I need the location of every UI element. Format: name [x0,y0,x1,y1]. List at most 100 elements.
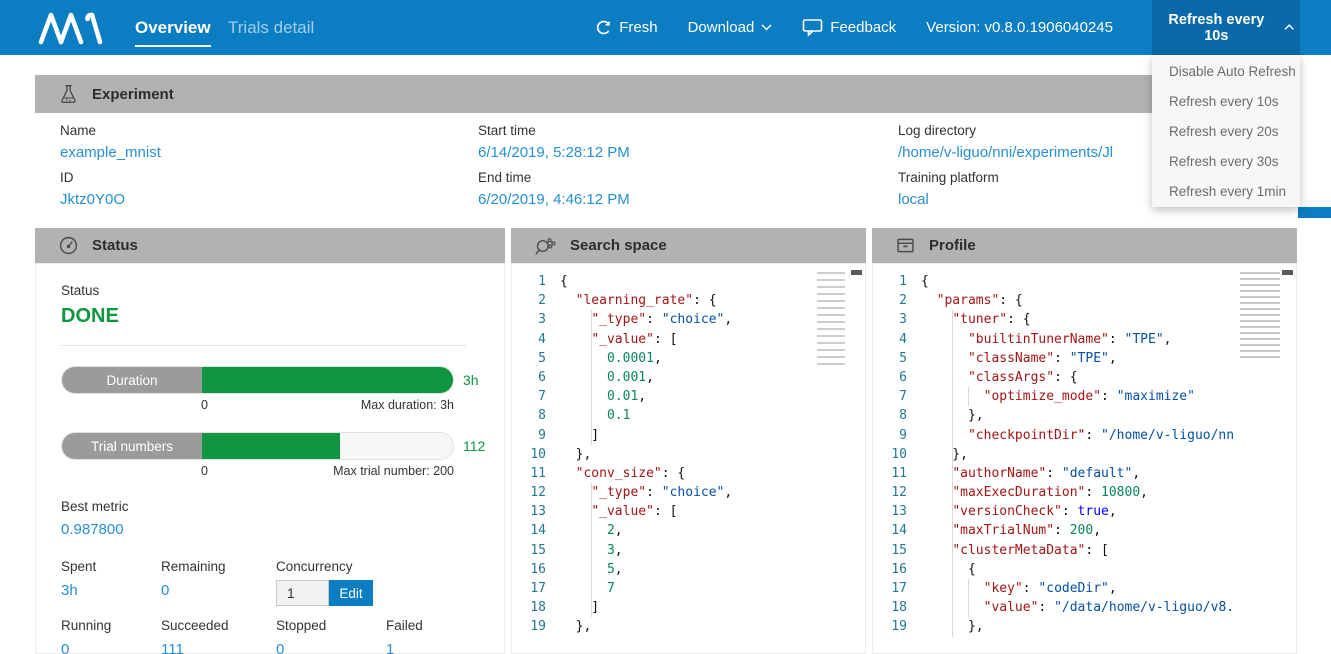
archive-box-icon [895,235,916,256]
search-space-panel: 1{2 "learning_rate": {3 "_type": "choice… [511,263,866,654]
code-line: 9 "checkpointDir": "/home/v-liguo/nn [873,426,1296,445]
line-number: 16 [512,560,560,579]
stats-row-1: Spent 3h Remaining 0 Concurrency 1 Edit [61,559,504,609]
code-line: 10 }, [512,445,865,464]
status-value: DONE [61,305,504,328]
code-text: }, [921,445,968,464]
stat-running: Running 0 [61,618,111,654]
progress-bar-fill [202,367,453,393]
feedback-icon [802,18,823,37]
field-name: Name example_mnist [60,123,161,161]
field-label: Start time [478,123,630,138]
refresh-interval-menu: Disable Auto RefreshRefresh every 10sRef… [1152,55,1300,207]
search-space-code-editor[interactable]: 1{2 "learning_rate": {3 "_type": "choice… [512,264,865,653]
field-label: ID [60,170,161,185]
code-line: 19 }, [512,617,865,636]
editor-scrollbar-thumb[interactable] [1282,270,1293,275]
progress-bar-scale: 0Max trial number: 200 [201,464,454,478]
code-text: 3, [560,541,623,560]
code-text: "maxExecDuration": 10800, [921,483,1148,502]
code-text: "learning_rate": { [560,291,717,310]
field-label: Log directory [898,123,1113,138]
code-text: "_type": "choice", [560,483,732,502]
tab-trials-detail[interactable]: Trials detail [228,0,314,55]
code-line: 11 "authorName": "default", [873,464,1296,483]
line-number: 7 [512,387,560,406]
progress-bar-label: Trial numbers [62,433,202,459]
profile-code-editor[interactable]: 1{2 "params": {3 "tuner": {4 "builtinTun… [873,264,1296,653]
field-value: Jktz0Y0O [60,191,161,208]
code-text: { [921,272,929,291]
code-text: 5, [560,560,623,579]
code-text: "versionCheck": true, [921,502,1117,521]
nni-logo [36,10,110,46]
line-number: 17 [512,579,560,598]
feedback-link[interactable]: Feedback [802,18,896,37]
refresh-menu-item[interactable]: Refresh every 10s [1152,86,1300,116]
code-text: "checkpointDir": "/home/v-liguo/nn [921,426,1234,445]
progress-bar: Duration3h [61,366,504,394]
line-number: 1 [512,272,560,291]
concurrency-input[interactable]: 1 [276,580,329,606]
line-number: 19 [873,617,921,636]
line-number: 11 [512,464,560,483]
code-line: 6 0.001, [512,368,865,387]
download-menu[interactable]: Download [688,19,773,36]
line-number: 19 [512,617,560,636]
code-line: 7 "optimize_mode": "maximize" [873,387,1296,406]
line-number: 2 [512,291,560,310]
stat-succeeded: Succeeded 111 [161,618,229,654]
code-line: 1{ [512,272,865,291]
code-line: 5 0.0001, [512,349,865,368]
refresh-menu-item[interactable]: Refresh every 30s [1152,146,1300,176]
code-text: }, [560,445,591,464]
line-number: 6 [512,368,560,387]
code-text: }, [560,617,591,636]
code-line: 3 "tuner": { [873,310,1296,329]
refresh-menu-item[interactable]: Refresh every 1min [1152,176,1300,206]
code-line: 6 "classArgs": { [873,368,1296,387]
code-text: 7 [560,579,615,598]
refresh-interval-button[interactable]: Refresh every 10s [1152,0,1300,55]
page-scrollbar-fragment [1298,207,1331,218]
editor-scrollbar-thumb[interactable] [851,270,862,275]
code-line: 18 "value": "/data/home/v-liguo/v8. [873,598,1296,617]
line-number: 13 [873,502,921,521]
stat-spent: Spent 3h [61,559,96,599]
code-text: "_type": "choice", [560,310,732,329]
refresh-menu-item[interactable]: Refresh every 20s [1152,116,1300,146]
line-number: 14 [512,521,560,540]
code-text: "classArgs": { [921,368,1078,387]
code-text: 0.001, [560,368,654,387]
fresh-label: Fresh [619,19,657,36]
top-nav: Overview Trials detail Fresh Download [0,0,1331,55]
stat-failed: Failed 1 [386,618,423,654]
profile-panel-title: Profile [929,237,976,254]
editor-minimap [817,272,845,367]
code-line: 14 "maxTrialNum": 200, [873,521,1296,540]
profile-panel: 1{2 "params": {3 "tuner": {4 "builtinTun… [872,263,1297,654]
line-number: 18 [512,598,560,617]
tab-overview[interactable]: Overview [135,0,211,55]
experiment-col-3: Log directory /home/v-liguo/nni/experime… [898,123,1113,217]
edit-button[interactable]: Edit [329,580,373,606]
line-number: 10 [512,445,560,464]
code-text: "value": "/data/home/v-liguo/v8. [921,598,1234,617]
stat-value: 1 [386,641,423,654]
fresh-button[interactable]: Fresh [595,19,657,36]
profile-panel-header: Profile [872,228,1297,263]
progress-bar-min: 0 [201,398,208,412]
feedback-label: Feedback [830,19,896,36]
code-text: 0.0001, [560,349,662,368]
stat-concurrency: Concurrency 1 Edit [276,559,373,606]
stat-value: 3h [61,582,96,599]
nav-actions: Fresh Download Feedback Version: v0.8.0.… [595,0,1113,55]
line-number: 4 [512,330,560,349]
divider [61,345,466,346]
code-line: 5 "className": "TPE", [873,349,1296,368]
code-text: { [560,272,568,291]
code-line: 4 "_value": [ [512,330,865,349]
refresh-menu-item[interactable]: Disable Auto Refresh [1152,56,1300,86]
code-line: 16 5, [512,560,865,579]
code-text: }, [921,406,984,425]
